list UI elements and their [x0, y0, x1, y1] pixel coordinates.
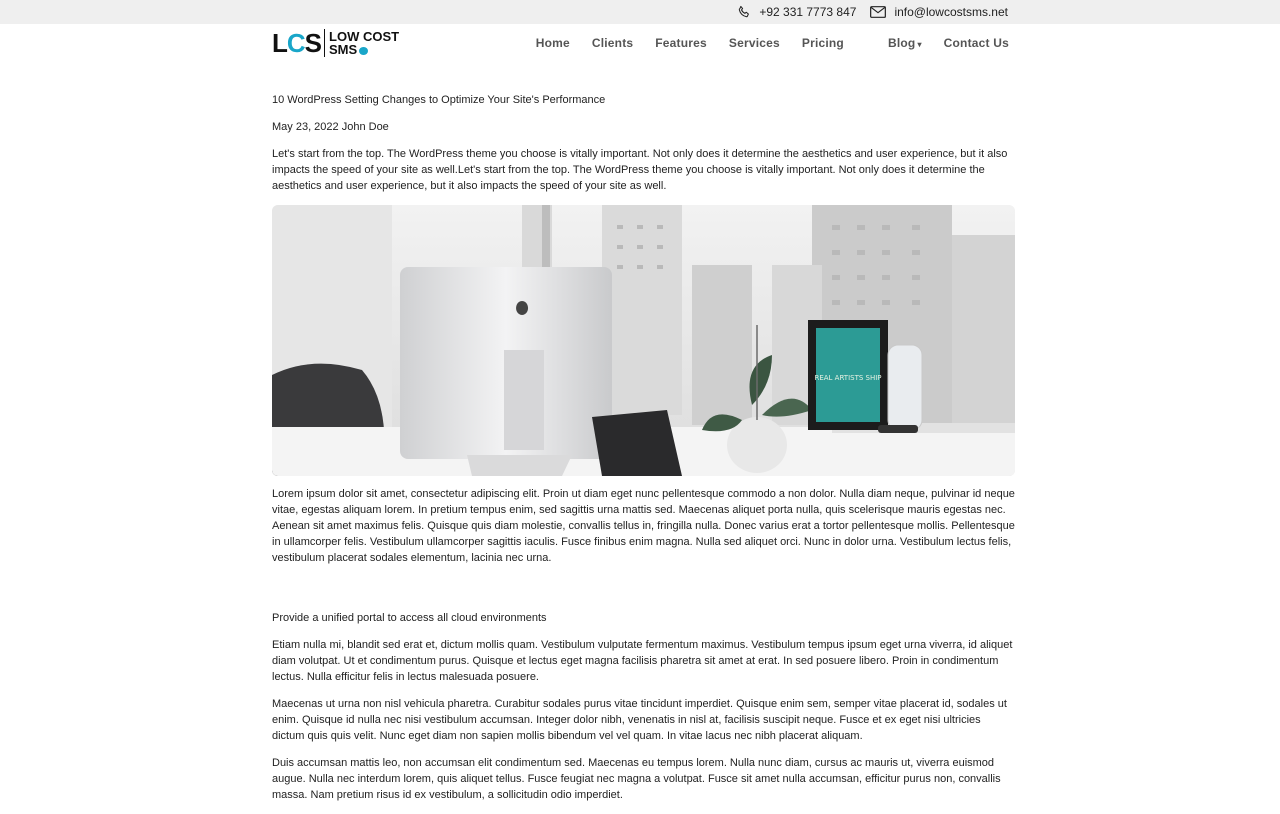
nav-blog-dropdown[interactable]: Blog ▾ — [866, 36, 922, 50]
nav-contact[interactable]: Contact Us — [944, 36, 1009, 50]
main-nav: Home Clients Features Services Pricing B… — [514, 36, 1009, 50]
office-desk-photo: REAL ARTISTS SHIP — [272, 205, 1015, 476]
hero-image: REAL ARTISTS SHIP — [272, 205, 1015, 476]
email-address: info@lowcostsms.net — [894, 5, 1008, 19]
site-logo[interactable]: LCS LOW COST SMS — [272, 28, 399, 58]
site-header: LCS LOW COST SMS Home Clients Features S… — [0, 24, 1280, 64]
nav-features[interactable]: Features — [655, 36, 707, 50]
article-paragraph-4: Duis accumsan mattis leo, non accumsan e… — [272, 757, 1001, 801]
article-intro: Let's start from the top. The WordPress … — [272, 148, 1008, 192]
logo-words: LOW COST SMS — [329, 30, 399, 56]
article-paragraph-3: Maecenas ut urna non nisl vehicula phare… — [272, 698, 1007, 742]
nav-blog-label: Blog — [887, 36, 916, 50]
phone-icon — [739, 5, 750, 18]
caret-down-icon: ▾ — [917, 40, 922, 49]
poster-text: REAL ARTISTS SHIP — [814, 374, 881, 382]
article-title: 10 WordPress Setting Changes to Optimize… — [272, 94, 606, 106]
article: 10 WordPress Setting Changes to Optimize… — [272, 92, 1016, 814]
chat-bubble-icon — [359, 46, 369, 55]
logo-mark: LCS — [272, 28, 322, 58]
nav-pricing[interactable]: Pricing — [802, 36, 844, 50]
nav-services[interactable]: Services — [729, 36, 780, 50]
article-paragraph-2: Etiam nulla mi, blandit sed erat et, dic… — [272, 639, 1013, 683]
contact-topbar: +92 331 7773 847 info@lowcostsms.net — [0, 0, 1280, 24]
logo-line2: SMS — [329, 42, 358, 57]
phone-contact[interactable]: +92 331 7773 847 — [737, 5, 856, 19]
logo-separator — [324, 29, 326, 57]
nav-clients[interactable]: Clients — [592, 36, 633, 50]
article-meta: May 23, 2022 John Doe — [272, 121, 389, 133]
nav-home[interactable]: Home — [536, 36, 570, 50]
article-paragraph-1: Lorem ipsum dolor sit amet, consectetur … — [272, 488, 1015, 564]
phone-number: +92 331 7773 847 — [759, 5, 857, 19]
email-contact[interactable]: info@lowcostsms.net — [870, 5, 1008, 19]
article-subheading: Provide a unified portal to access all c… — [272, 612, 547, 624]
mail-icon — [870, 6, 887, 18]
